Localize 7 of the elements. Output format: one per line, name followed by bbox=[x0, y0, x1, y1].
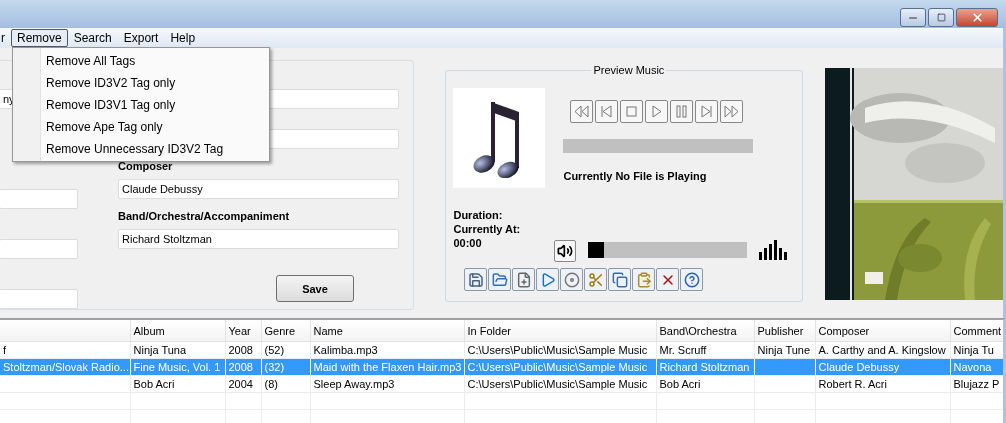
group-title: Preview Music bbox=[591, 64, 667, 77]
status-text: Currently No File is Playing bbox=[563, 170, 708, 182]
field-label: Band/Orchestra/Accompaniment bbox=[118, 209, 291, 223]
field-label: Composer bbox=[118, 159, 174, 173]
position-label: Currently At: bbox=[453, 222, 522, 236]
position-time: 00:00 bbox=[453, 236, 483, 250]
duration-label: Duration: bbox=[453, 208, 504, 222]
